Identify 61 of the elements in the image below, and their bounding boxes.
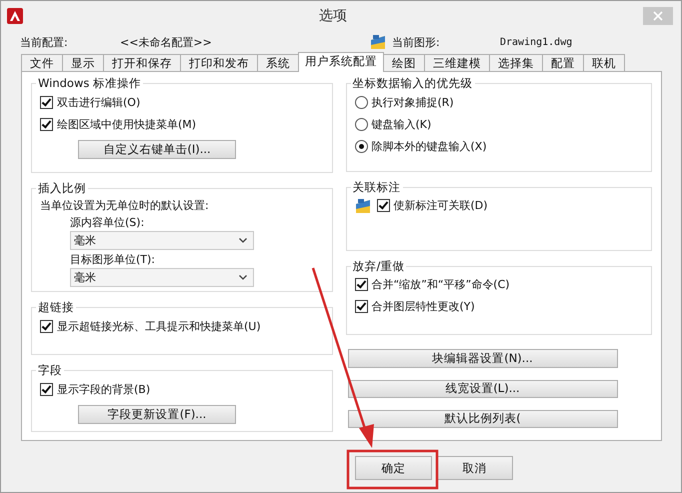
tab[interactable]: 联机 [583,54,625,71]
profile-value: <<未命名配置>> [120,34,213,50]
ok-button[interactable]: 确定 [355,456,432,480]
field-label: 目标图形单位(T): [70,252,156,268]
radio-label[interactable]: 除脚本外的键盘输入(X) [372,138,487,154]
tab[interactable]: 系统 [257,54,299,71]
profile-label: 当前配置: [20,34,69,50]
app-logo-icon [7,8,23,24]
settings-button[interactable]: 线宽设置(L)... [348,380,618,398]
settings-button[interactable]: 自定义右键单击(I)... [78,140,236,159]
checkbox-label[interactable]: 合并图层特性更改(Y) [372,299,475,314]
close-icon [653,11,663,21]
checkbox[interactable] [40,320,53,333]
tab[interactable]: 三维建模 [424,54,490,71]
caret-icon [239,275,247,280]
settings-button[interactable]: 块编辑器设置(N)... [348,349,618,368]
cancel-button[interactable]: 取消 [436,456,513,480]
radio-button[interactable] [354,118,368,130]
group-title: 字段 [37,363,63,378]
tab[interactable]: 显示 [62,54,104,71]
radio-button[interactable] [354,96,368,108]
checkbox-label[interactable]: 显示超链接光标、工具提示和快捷菜单(U) [57,318,261,334]
checkbox-label[interactable]: 双击进行编辑(O) [57,94,140,110]
tab[interactable]: 选择集 [489,54,543,71]
radio-label[interactable]: 键盘输入(K) [372,116,432,132]
hint-text: 当单位设置为无单位时的默认设置: [40,198,210,214]
caret-icon [239,238,247,244]
checkbox[interactable] [354,300,368,314]
group-title: Windows 标准操作 [37,76,142,91]
checkbox-label[interactable]: 合并“缩放”和“平移”命令(C) [372,277,510,292]
tab[interactable]: 配置 [542,54,584,71]
group-title: 坐标数据输入的优先级 [352,76,474,91]
drawing-value: Drawing1.dwg [500,36,572,48]
checkbox[interactable] [40,96,53,108]
checkbox[interactable] [376,199,390,212]
radio-button[interactable] [354,140,368,152]
checkbox[interactable] [40,382,53,396]
tab[interactable]: 用户系统配置 [298,52,384,72]
tab[interactable]: 绘图 [383,54,425,71]
checkbox-label[interactable]: 显示字段的背景(B) [57,382,150,397]
group-title: 关联标注 [352,180,402,195]
drawing-icon [370,34,386,50]
drawing-label: 当前图形: [392,34,441,50]
group-title: 超链接 [37,300,75,316]
checkbox[interactable] [40,118,53,130]
group-title: 放弃/重做 [352,258,406,274]
tab[interactable]: 文件 [21,54,63,71]
checkbox-label[interactable]: 使新标注可关联(D) [394,198,488,214]
settings-button[interactable]: 默认比例列表( [348,410,618,428]
settings-button[interactable]: 字段更新设置(F)... [78,405,236,424]
group-title: 插入比例 [37,181,87,196]
unit-dropdown[interactable]: 毫米 [70,231,254,250]
tab[interactable]: 打开和保存 [103,54,181,71]
tab[interactable]: 打印和发布 [180,54,258,71]
dimension-icon [354,198,370,214]
radio-label[interactable]: 执行对象捕捉(R) [372,94,454,110]
checkbox-label[interactable]: 绘图区域中使用快捷菜单(M) [57,116,196,132]
checkbox[interactable] [354,278,368,292]
unit-dropdown[interactable]: 毫米 [70,268,254,288]
field-label: 源内容单位(S): [70,215,146,230]
window-title: 选项 [318,7,348,25]
